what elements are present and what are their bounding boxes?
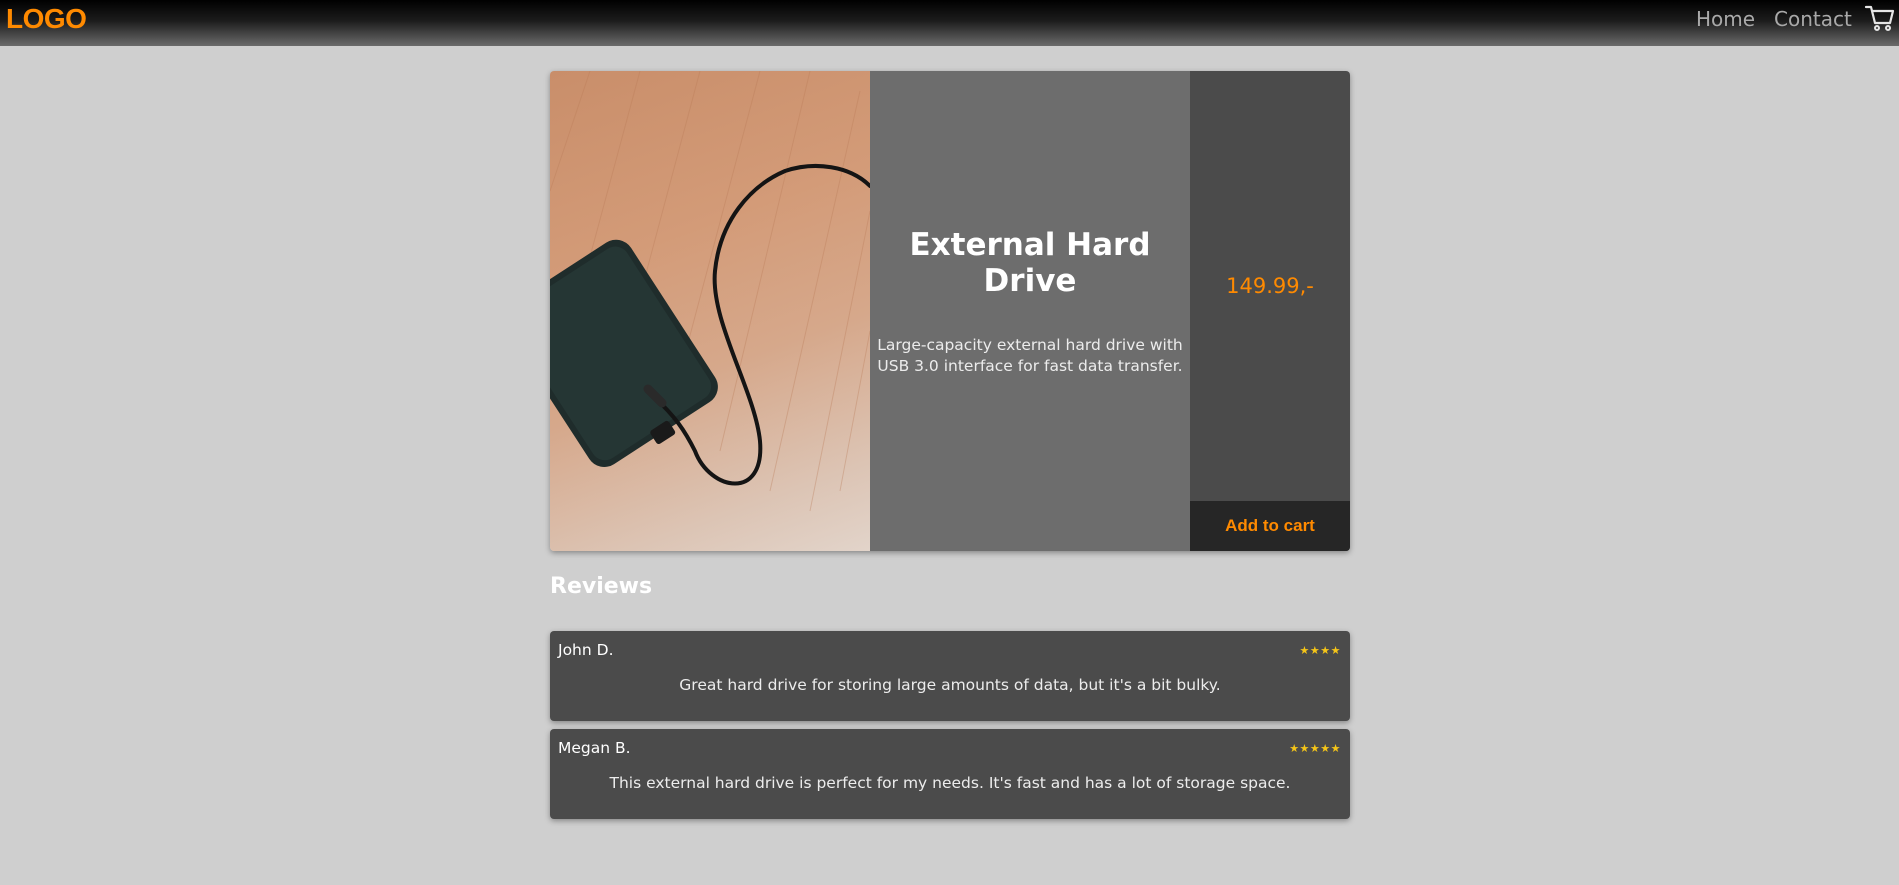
product-title: External Hard Drive <box>909 227 1151 299</box>
star-rating: ★★★★★ <box>1289 742 1341 755</box>
logo-link[interactable]: LOGO <box>6 3 87 35</box>
reviews-heading: Reviews <box>550 574 653 599</box>
shopping-cart-icon[interactable] <box>1864 2 1896 34</box>
add-to-cart-button[interactable]: Add to cart <box>1190 501 1350 551</box>
purchase-panel: 149.99,- Add to cart <box>1190 71 1350 551</box>
product-description: Large-capacity external hard drive with … <box>877 336 1183 375</box>
review-text: This external hard drive is perfect for … <box>609 774 1291 792</box>
review-card: John D. ★★★★ Great hard drive for storin… <box>550 631 1350 721</box>
top-navbar: LOGO Home Contact <box>0 0 1899 46</box>
review-card: Megan B. ★★★★★ This external hard drive … <box>550 729 1350 819</box>
nav-home-link[interactable]: Home <box>1696 7 1755 31</box>
product-info-panel: External Hard Drive Large-capacity exter… <box>870 71 1190 551</box>
product-price: 149.99,- <box>1226 274 1314 298</box>
nav-contact-link[interactable]: Contact <box>1774 7 1852 31</box>
star-rating: ★★★★ <box>1299 644 1341 657</box>
review-text: Great hard drive for storing large amoun… <box>679 676 1221 694</box>
product-card: External Hard Drive Large-capacity exter… <box>550 71 1350 551</box>
reviewer-name: Megan B. <box>558 739 631 757</box>
product-image <box>550 71 870 551</box>
reviewer-name: John D. <box>558 641 614 659</box>
